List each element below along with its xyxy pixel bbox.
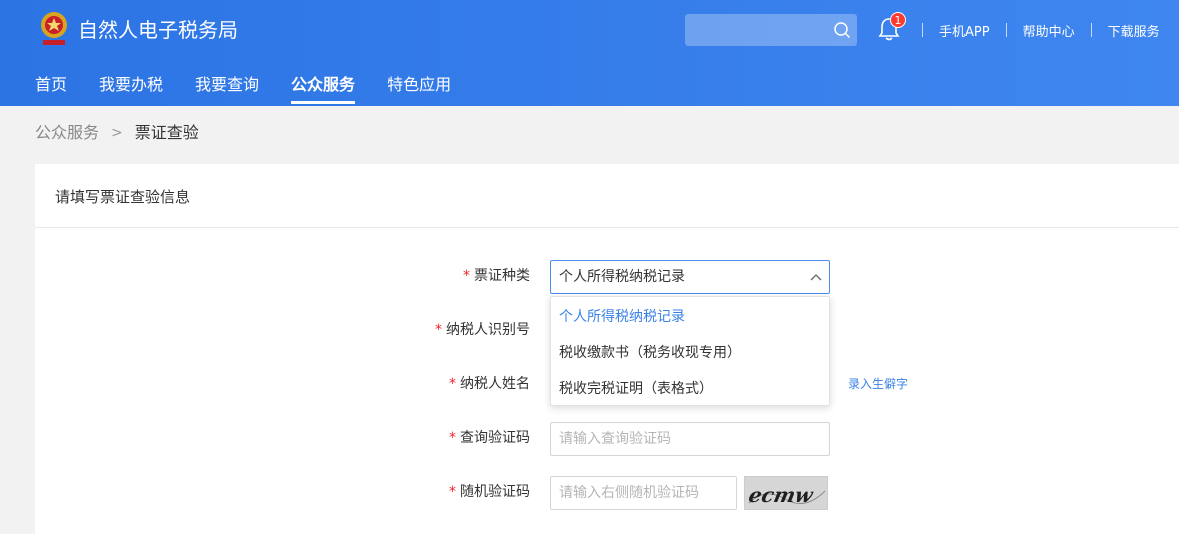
- captcha-image[interactable]: ecmw: [744, 476, 828, 510]
- required-mark: *: [449, 376, 456, 392]
- divider: [35, 227, 1179, 228]
- nav-public-service[interactable]: 公众服务: [291, 72, 356, 104]
- main-nav: 首页 我要办税 我要查询 公众服务 特色应用: [35, 72, 483, 104]
- ticket-type-label: * 票证种类: [330, 266, 530, 286]
- breadcrumb-current: 票证查验: [134, 123, 199, 142]
- breadcrumb-separator: >: [111, 125, 123, 141]
- random-code-label: * 随机验证码: [330, 482, 530, 502]
- rare-char-link[interactable]: 录入生僻字: [848, 375, 908, 392]
- ticket-type-value: 个人所得税纳税记录: [559, 269, 685, 285]
- query-code-input[interactable]: [550, 422, 830, 456]
- ticket-type-label-text: 票证种类: [474, 268, 530, 284]
- required-mark: *: [463, 268, 470, 284]
- nav-query[interactable]: 我要查询: [195, 72, 259, 104]
- breadcrumb: 公众服务 > 票证查验: [35, 122, 199, 144]
- nav-special-apps[interactable]: 特色应用: [387, 72, 451, 104]
- nav-tax-handling[interactable]: 我要办税: [99, 72, 163, 104]
- search-icon[interactable]: [833, 21, 851, 39]
- ticket-type-option[interactable]: 税收完税证明（表格式）: [551, 371, 829, 407]
- top-links: 手机APP 帮助中心 下载服务: [922, 20, 1160, 40]
- mobile-app-link[interactable]: 手机APP: [939, 21, 990, 40]
- captcha-graphic: ecmw: [745, 477, 827, 509]
- query-code-label: * 查询验证码: [330, 428, 530, 448]
- download-service-link[interactable]: 下载服务: [1108, 21, 1160, 40]
- random-code-label-text: 随机验证码: [460, 484, 530, 500]
- query-code-label-text: 查询验证码: [460, 430, 530, 446]
- tax-emblem-logo: [41, 12, 67, 45]
- chevron-up-icon: [810, 274, 822, 281]
- captcha-text: ecmw: [747, 483, 816, 507]
- notification-badge: 1: [890, 12, 906, 28]
- ticket-type-option[interactable]: 税收缴款书（税务收现专用）: [551, 335, 829, 371]
- taxpayer-id-label-text: 纳税人识别号: [446, 322, 530, 338]
- breadcrumb-parent[interactable]: 公众服务: [35, 122, 99, 144]
- required-mark: *: [435, 322, 442, 338]
- taxpayer-name-label: * 纳税人姓名: [330, 374, 530, 394]
- form-panel: 请填写票证查验信息 * 票证种类 个人所得税纳税记录 个人所得税纳税记录 税收缴款…: [35, 164, 1179, 534]
- search-input[interactable]: [685, 14, 857, 46]
- random-code-input[interactable]: [550, 476, 737, 510]
- help-center-link[interactable]: 帮助中心: [1023, 21, 1075, 40]
- required-mark: *: [449, 484, 456, 500]
- required-mark: *: [449, 430, 456, 446]
- divider: [922, 23, 923, 37]
- top-header: 自然人电子税务局 1 手机APP 帮助中心 下载服务 首页 我要办税 我要查询 …: [0, 0, 1179, 106]
- ticket-type-option[interactable]: 个人所得税纳税记录: [551, 299, 829, 335]
- taxpayer-id-label: * 纳税人识别号: [330, 320, 530, 340]
- ticket-type-dropdown: 个人所得税纳税记录 税收缴款书（税务收现专用） 税收完税证明（表格式）: [550, 296, 830, 406]
- taxpayer-name-label-text: 纳税人姓名: [460, 376, 530, 392]
- ticket-type-select[interactable]: 个人所得税纳税记录: [550, 260, 830, 294]
- divider: [1090, 23, 1092, 37]
- nav-home[interactable]: 首页: [35, 72, 67, 104]
- divider: [1005, 23, 1007, 37]
- app-title: 自然人电子税务局: [78, 18, 238, 42]
- panel-title: 请填写票证查验信息: [55, 188, 191, 206]
